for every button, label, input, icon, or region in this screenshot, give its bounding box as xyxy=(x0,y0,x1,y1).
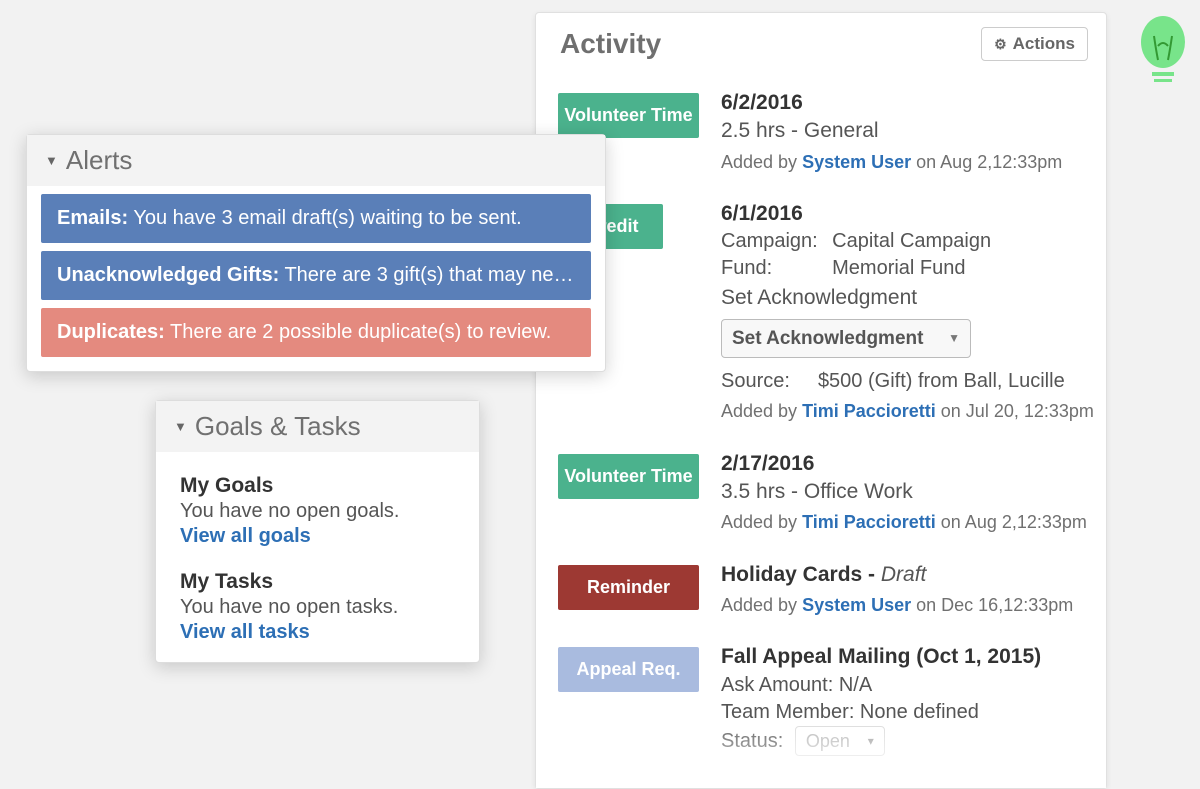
activity-meta: Added by System User on Aug 2,12:33pm xyxy=(721,150,1094,174)
activity-title-line: Fall Appeal Mailing (Oct 1, 2015) xyxy=(721,643,1094,671)
activity-date: 6/1/2016 xyxy=(721,200,1094,228)
activity-meta: Added by Timi Paccioretti on Aug 2,12:33… xyxy=(721,510,1094,534)
activity-date: 6/2/2016 xyxy=(721,89,1094,117)
activity-item: Volunteer Time 2/17/2016 3.5 hrs - Offic… xyxy=(558,440,1106,551)
user-link[interactable]: System User xyxy=(802,152,911,172)
goals-title: Goals & Tasks xyxy=(195,411,361,442)
activity-tag-volunteer[interactable]: Volunteer Time xyxy=(558,93,699,138)
alerts-panel: ▼ Alerts Emails: You have 3 email draft(… xyxy=(26,134,606,372)
activity-panel: Activity ⚙ Actions Volunteer Time 6/2/20… xyxy=(535,12,1107,789)
alert-emails[interactable]: Emails: You have 3 email draft(s) waitin… xyxy=(41,194,591,243)
activity-item: Appeal Req. Fall Appeal Mailing (Oct 1, … xyxy=(558,633,1106,772)
alerts-title: Alerts xyxy=(66,145,132,176)
chevron-down-icon: ▾ xyxy=(868,733,874,749)
goals-tasks-panel: ▼ Goals & Tasks My Goals You have no ope… xyxy=(155,400,480,663)
alert-unack-gifts[interactable]: Unacknowledged Gifts: There are 3 gift(s… xyxy=(41,251,591,300)
activity-title-line: Holiday Cards - Draft xyxy=(721,561,1094,589)
my-tasks-heading: My Tasks xyxy=(180,570,457,594)
my-goals-heading: My Goals xyxy=(180,474,457,498)
alert-duplicates[interactable]: Duplicates: There are 2 possible duplica… xyxy=(41,308,591,357)
my-tasks-text: You have no open tasks. xyxy=(180,596,457,619)
app-logo xyxy=(1136,14,1190,99)
activity-tag-appeal[interactable]: Appeal Req. xyxy=(558,647,699,692)
gear-icon: ⚙ xyxy=(994,36,1007,53)
activity-meta: Added by System User on Dec 16,12:33pm xyxy=(721,593,1094,617)
activity-tag-reminder[interactable]: Reminder xyxy=(558,565,699,610)
status-select[interactable]: Open ▾ xyxy=(795,726,885,756)
activity-tag-volunteer[interactable]: Volunteer Time xyxy=(558,454,699,499)
user-link[interactable]: System User xyxy=(802,595,911,615)
user-link[interactable]: Timi Paccioretti xyxy=(802,512,936,532)
acknowledgment-select[interactable]: Set Acknowledgment ▼ xyxy=(721,319,971,359)
alerts-header[interactable]: ▼ Alerts xyxy=(27,135,605,186)
activity-meta: Added by Timi Paccioretti on Jul 20, 12:… xyxy=(721,399,1094,423)
activity-subtitle: 3.5 hrs - Office Work xyxy=(721,478,1094,506)
activity-title: Activity xyxy=(560,28,661,60)
activity-subtitle: 2.5 hrs - General xyxy=(721,117,1094,145)
chevron-down-icon: ▼ xyxy=(174,419,187,434)
chevron-down-icon: ▼ xyxy=(45,153,58,168)
goals-header[interactable]: ▼ Goals & Tasks xyxy=(156,401,479,452)
user-link[interactable]: Timi Paccioretti xyxy=(802,401,936,421)
actions-label: Actions xyxy=(1013,34,1075,54)
activity-item: Volunteer Time 6/2/2016 2.5 hrs - Genera… xyxy=(558,79,1106,190)
activity-date: 2/17/2016 xyxy=(721,450,1094,478)
my-goals-text: You have no open goals. xyxy=(180,500,457,523)
actions-button[interactable]: ⚙ Actions xyxy=(981,27,1088,61)
view-all-goals-link[interactable]: View all goals xyxy=(180,525,311,548)
activity-item: Reminder Holiday Cards - Draft Added by … xyxy=(558,551,1106,634)
view-all-tasks-link[interactable]: View all tasks xyxy=(180,621,310,644)
chevron-down-icon: ▼ xyxy=(948,330,960,346)
activity-item: Soft Credit 6/1/2016 Campaign: Capital C… xyxy=(558,190,1106,440)
